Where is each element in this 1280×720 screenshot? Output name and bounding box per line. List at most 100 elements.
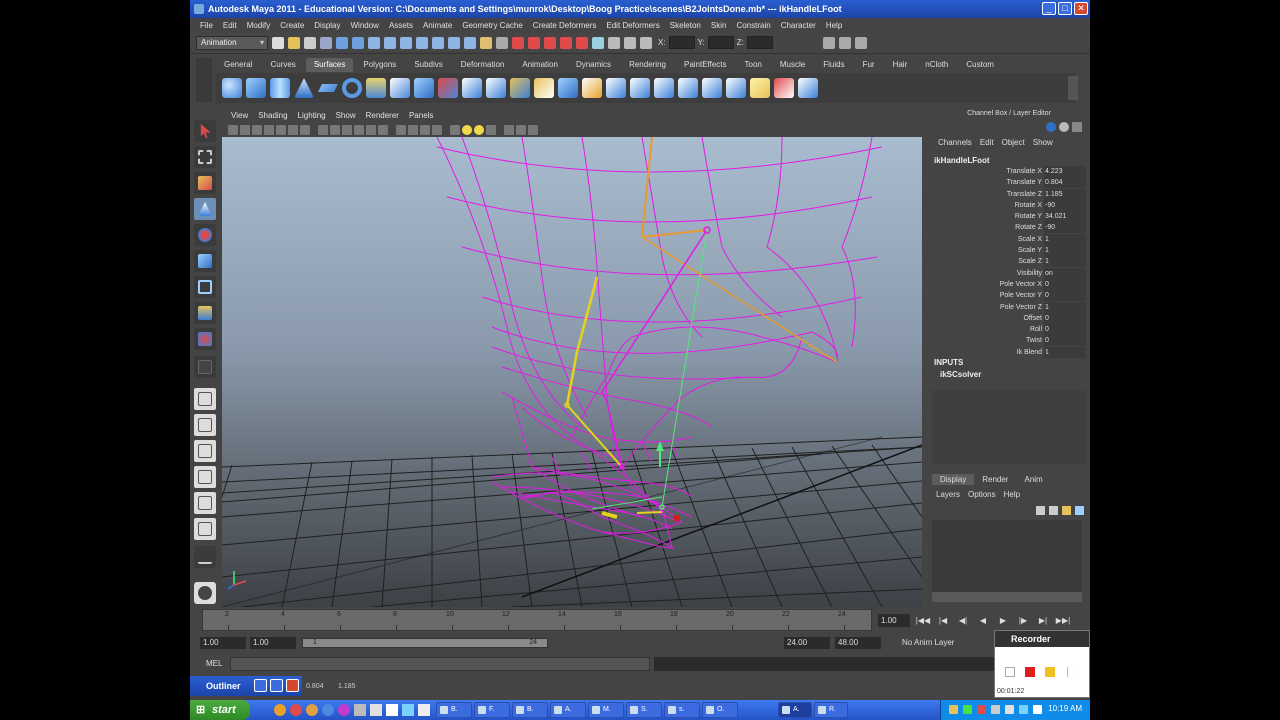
shadows-icon[interactable] (378, 124, 388, 135)
persp-outliner-layout[interactable] (194, 440, 216, 462)
step-forward-frame-button[interactable]: |▶ (1015, 614, 1031, 627)
attribute-value[interactable]: -90 (1044, 222, 1086, 234)
smooth-shade-icon[interactable] (330, 124, 340, 135)
mel-label[interactable]: MEL (206, 659, 222, 668)
options-menu[interactable]: Options (964, 490, 1000, 499)
extend-surface-icon[interactable] (726, 78, 746, 98)
menu-character[interactable]: Character (776, 21, 821, 30)
ambient-occlusion-icon[interactable] (504, 124, 514, 135)
attribute-value[interactable]: 0 (1044, 290, 1086, 302)
tab-subdivs[interactable]: Subdivs (406, 58, 450, 72)
channel-box-mode-icon[interactable] (1046, 122, 1056, 132)
outliner-close-button[interactable] (286, 679, 299, 692)
boundary-icon[interactable] (486, 78, 506, 98)
nurbs-cube-icon[interactable] (246, 78, 266, 98)
attribute-row[interactable]: Roll 0 (928, 324, 1090, 336)
outliner-graph-layout[interactable] (194, 518, 216, 540)
project-curve-icon[interactable] (582, 78, 602, 98)
custom-layout[interactable] (194, 546, 216, 568)
rotate-tool[interactable] (194, 224, 216, 246)
tray-icon[interactable] (949, 705, 958, 714)
attribute-row[interactable]: Rotate X -90 (928, 199, 1090, 211)
perspective-viewport[interactable] (222, 137, 922, 607)
move-tool[interactable] (194, 198, 216, 220)
tab-hair[interactable]: Hair (885, 58, 916, 72)
recorder-record-icon[interactable] (1045, 667, 1055, 677)
quicklaunch-icon[interactable] (338, 704, 350, 716)
recorder-window[interactable]: Recorder 00:01:22 (994, 630, 1090, 698)
attribute-value[interactable]: 0.804 (1044, 177, 1086, 189)
attribute-editor-mode-icon[interactable] (1072, 122, 1082, 132)
revolve-icon[interactable] (366, 78, 386, 98)
attribute-value[interactable]: 34.021 (1044, 211, 1086, 223)
maximize-button[interactable]: □ (1058, 2, 1072, 15)
scale-tool[interactable] (194, 250, 216, 272)
channels-menu[interactable]: Channels (934, 138, 976, 150)
menu-set-selector[interactable]: Animation (196, 35, 268, 50)
extrude-icon[interactable] (438, 78, 458, 98)
taskbar-item-active[interactable]: A. (778, 702, 812, 718)
outliner-window[interactable]: Outliner (190, 676, 302, 696)
tab-animation[interactable]: Animation (514, 58, 566, 72)
tab-fluids[interactable]: Fluids (815, 58, 852, 72)
motion-blur-icon[interactable] (516, 124, 526, 135)
insert-isoparm-icon[interactable] (702, 78, 722, 98)
default-light-icon[interactable] (474, 124, 484, 135)
light-bulb-icon[interactable] (450, 124, 460, 135)
tray-icon[interactable] (1005, 705, 1014, 714)
playback-start-field[interactable]: 1.00 (250, 637, 296, 649)
attribute-row[interactable]: Translate Z 1.185 (928, 188, 1090, 200)
go-to-start-button[interactable]: |◀◀ (915, 614, 931, 627)
show-tool-settings-icon[interactable] (838, 36, 851, 49)
scene-canvas[interactable] (222, 137, 922, 607)
menu-create[interactable]: Create (275, 21, 309, 30)
show-menu[interactable]: Show (331, 111, 361, 120)
intersect-icon[interactable] (558, 78, 578, 98)
nurbs-torus-icon[interactable] (342, 78, 362, 98)
play-backwards-button[interactable]: ◀ (975, 614, 991, 627)
attribute-row[interactable]: Scale X1 (928, 233, 1090, 245)
animation-start-field[interactable]: 1.00 (200, 637, 246, 649)
attribute-row[interactable]: Scale Z1 (928, 256, 1090, 268)
step-back-key-button[interactable]: |◀ (935, 614, 951, 627)
tab-general[interactable]: General (216, 58, 260, 72)
panels-menu[interactable]: Panels (404, 111, 438, 120)
attribute-row[interactable]: Rotate Y 34.021 (928, 211, 1090, 223)
mask-rendering-icon[interactable] (464, 36, 476, 49)
outliner-restore-button[interactable] (254, 679, 267, 692)
untrim-icon[interactable] (630, 78, 650, 98)
menu-edit[interactable]: Edit (218, 21, 242, 30)
taskbar-item[interactable]: S. (626, 702, 662, 718)
grid-toggle-icon[interactable] (276, 124, 286, 135)
taskbar-item[interactable]: B. (512, 702, 548, 718)
tab-rendering[interactable]: Rendering (621, 58, 674, 72)
y-field[interactable] (707, 36, 734, 49)
attribute-row[interactable]: Translate Y 0.804 (928, 177, 1090, 189)
universal-manipulator-tool[interactable] (194, 276, 216, 298)
attach-surfaces-icon[interactable] (654, 78, 674, 98)
menu-modify[interactable]: Modify (242, 21, 276, 30)
detach-surfaces-icon[interactable] (678, 78, 698, 98)
use-lights-icon[interactable] (366, 124, 376, 135)
image-plane-icon[interactable] (264, 124, 274, 135)
menu-skin[interactable]: Skin (706, 21, 732, 30)
xray-icon[interactable] (396, 124, 406, 135)
taskbar-item[interactable]: M. (588, 702, 624, 718)
bevel-icon[interactable] (534, 78, 554, 98)
attribute-row[interactable]: Pole Vector X0 (928, 278, 1090, 290)
menu-edit-deformers[interactable]: Edit Deformers (601, 21, 664, 30)
attribute-value[interactable]: 0 (1044, 312, 1086, 324)
lighting-menu[interactable]: Lighting (293, 111, 331, 120)
attribute-value[interactable]: 1 (1044, 346, 1086, 358)
snap-view-plane-icon[interactable] (560, 36, 572, 49)
attribute-row[interactable]: Offset 0 (928, 312, 1090, 324)
nurbs-plane-icon[interactable] (318, 84, 338, 92)
attribute-value[interactable]: 1 (1044, 256, 1086, 268)
mask-surfaces-icon[interactable] (416, 36, 428, 49)
show-manipulator-tool[interactable] (194, 328, 216, 350)
step-back-frame-button[interactable]: ◀| (955, 614, 971, 627)
textured-icon[interactable] (354, 124, 364, 135)
all-lights-icon[interactable] (486, 124, 496, 135)
nurbs-sphere-icon[interactable] (222, 78, 242, 98)
layers-menu[interactable]: Layers (932, 490, 964, 499)
